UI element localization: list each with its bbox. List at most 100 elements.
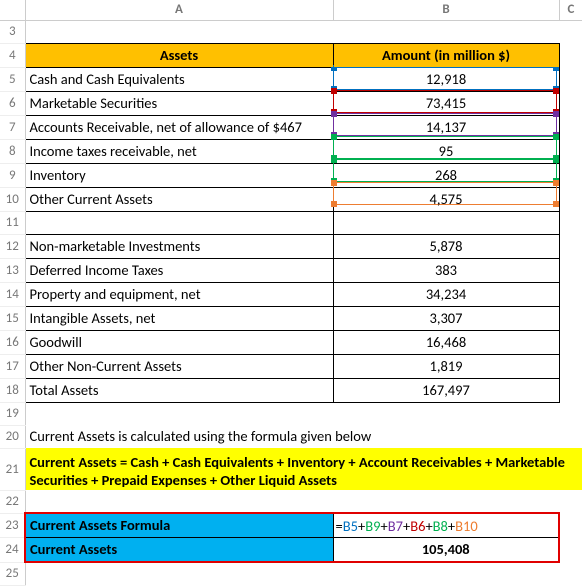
cell-b7[interactable]: 14,137 [333,115,559,139]
cell-b22[interactable] [333,490,559,513]
result-value-cell[interactable]: 105,408 [333,538,559,563]
cell-b14[interactable]: 34,234 [333,282,559,306]
cell-a9[interactable]: Inventory [25,163,333,187]
cell-a18[interactable]: Total Assets [25,378,333,402]
row-header[interactable]: 23 [0,513,25,538]
cell-c6[interactable] [559,91,582,115]
cell-b17[interactable]: 1,819 [333,354,559,378]
row-header[interactable]: 18 [0,378,25,402]
cell-b8[interactable]: 95 [333,139,559,163]
cell-a7[interactable]: Accounts Receivable, net of allowance of… [25,115,333,139]
row-header[interactable]: 11 [0,211,25,234]
cell-a5[interactable]: Cash and Cash Equivalents [25,67,333,91]
cell-b5[interactable]: 12,918 [333,67,559,91]
row-header[interactable]: 15 [0,306,25,330]
formula-description[interactable]: Current Assets = Cash + Cash Equivalents… [25,448,582,490]
formula-description-text: Current Assets = Cash + Cash Equivalents… [26,450,582,489]
cell-a3[interactable] [25,20,333,43]
cell-c15[interactable] [559,306,582,330]
cell-a22[interactable] [25,490,333,513]
cell-a17[interactable]: Other Non-Current Assets [25,354,333,378]
cell-c18[interactable] [559,378,582,402]
spreadsheet[interactable]: A B C 3 4 Assets Amount (in million $) 5… [0,0,582,585]
result-label: Current Assets [26,538,333,561]
cell-b10[interactable]: 4,575 [333,187,559,211]
cell-a11[interactable] [25,211,333,234]
cell-a16[interactable]: Goodwill [25,330,333,354]
cell-c10[interactable] [559,187,582,211]
cell-a8[interactable]: Income taxes receivable, net [25,139,333,163]
row-header[interactable]: 25 [0,562,25,585]
cell-c4[interactable] [559,43,582,67]
cell-a15[interactable]: Intangible Assets, net [25,306,333,330]
cell-a13[interactable]: Deferred Income Taxes [25,258,333,282]
cell-c19[interactable] [559,402,582,425]
cell-c22[interactable] [559,490,582,513]
row-header[interactable]: 14 [0,282,25,306]
cell-b15[interactable]: 3,307 [333,306,559,330]
row-header[interactable]: 12 [0,234,25,258]
row-header[interactable]: 7 [0,115,25,139]
col-header-a[interactable]: A [25,0,333,20]
cell-c24[interactable] [559,538,582,563]
row-header[interactable]: 10 [0,187,25,211]
col-header-c[interactable]: C [559,0,582,20]
cell-a6[interactable]: Marketable Securities [25,91,333,115]
label: Other Current Assets [26,188,333,211]
note-row[interactable]: Current Assets is calculated using the f… [25,425,582,448]
cell-c7[interactable] [559,115,582,139]
cell-b11[interactable] [333,211,559,234]
cell-a10[interactable]: Other Current Assets [25,187,333,211]
cell-c3[interactable] [559,20,582,43]
cell-b18[interactable]: 167,497 [333,378,559,402]
label: Cash and Cash Equivalents [26,68,333,91]
row-header[interactable]: 21 [0,448,25,490]
row-header[interactable]: 5 [0,67,25,91]
row-header[interactable]: 22 [0,490,25,513]
header-amount[interactable]: Amount (in million $) [333,43,559,67]
formula-cell[interactable]: =B5+B9+B7+B6+B8+B10 [333,513,559,538]
row-header[interactable]: 3 [0,20,25,43]
cell-b25[interactable] [333,562,559,585]
label: Marketable Securities [26,92,333,115]
grid[interactable]: A B C 3 4 Assets Amount (in million $) 5… [0,0,582,586]
row-header[interactable]: 20 [0,425,25,448]
cell-a14[interactable]: Property and equipment, net [25,282,333,306]
cell-b12[interactable]: 5,878 [333,234,559,258]
cell-c9[interactable] [559,163,582,187]
value: 12,918 [334,68,559,91]
result-label-cell[interactable]: Current Assets [25,538,333,563]
col-header-b[interactable]: B [333,0,559,20]
cell-c11[interactable] [559,211,582,234]
cell-a25[interactable] [25,562,333,585]
formula-label-cell[interactable]: Current Assets Formula [25,513,333,538]
cell-c12[interactable] [559,234,582,258]
cell-c16[interactable] [559,330,582,354]
row-header[interactable]: 19 [0,402,25,425]
row-header[interactable]: 17 [0,354,25,378]
row-header[interactable]: 4 [0,43,25,67]
corner-cell[interactable] [0,0,25,20]
row-header[interactable]: 6 [0,91,25,115]
cell-c25[interactable] [559,562,582,585]
cell-c5[interactable] [559,67,582,91]
row-header[interactable]: 13 [0,258,25,282]
cell-a12[interactable]: Non-marketable Investments [25,234,333,258]
header-assets[interactable]: Assets [25,43,333,67]
row-header[interactable]: 24 [0,538,25,563]
cell-c14[interactable] [559,282,582,306]
cell-b16[interactable]: 16,468 [333,330,559,354]
cell-b13[interactable]: 383 [333,258,559,282]
row-header[interactable]: 8 [0,139,25,163]
cell-a19[interactable] [25,402,333,425]
cell-c17[interactable] [559,354,582,378]
cell-b19[interactable] [333,402,559,425]
cell-c13[interactable] [559,258,582,282]
cell-b3[interactable] [333,20,559,43]
row-header[interactable]: 16 [0,330,25,354]
cell-b6[interactable]: 73,415 [333,91,559,115]
cell-c23[interactable] [559,513,582,538]
cell-c8[interactable] [559,139,582,163]
row-header[interactable]: 9 [0,163,25,187]
cell-b9[interactable]: 268 [333,163,559,187]
